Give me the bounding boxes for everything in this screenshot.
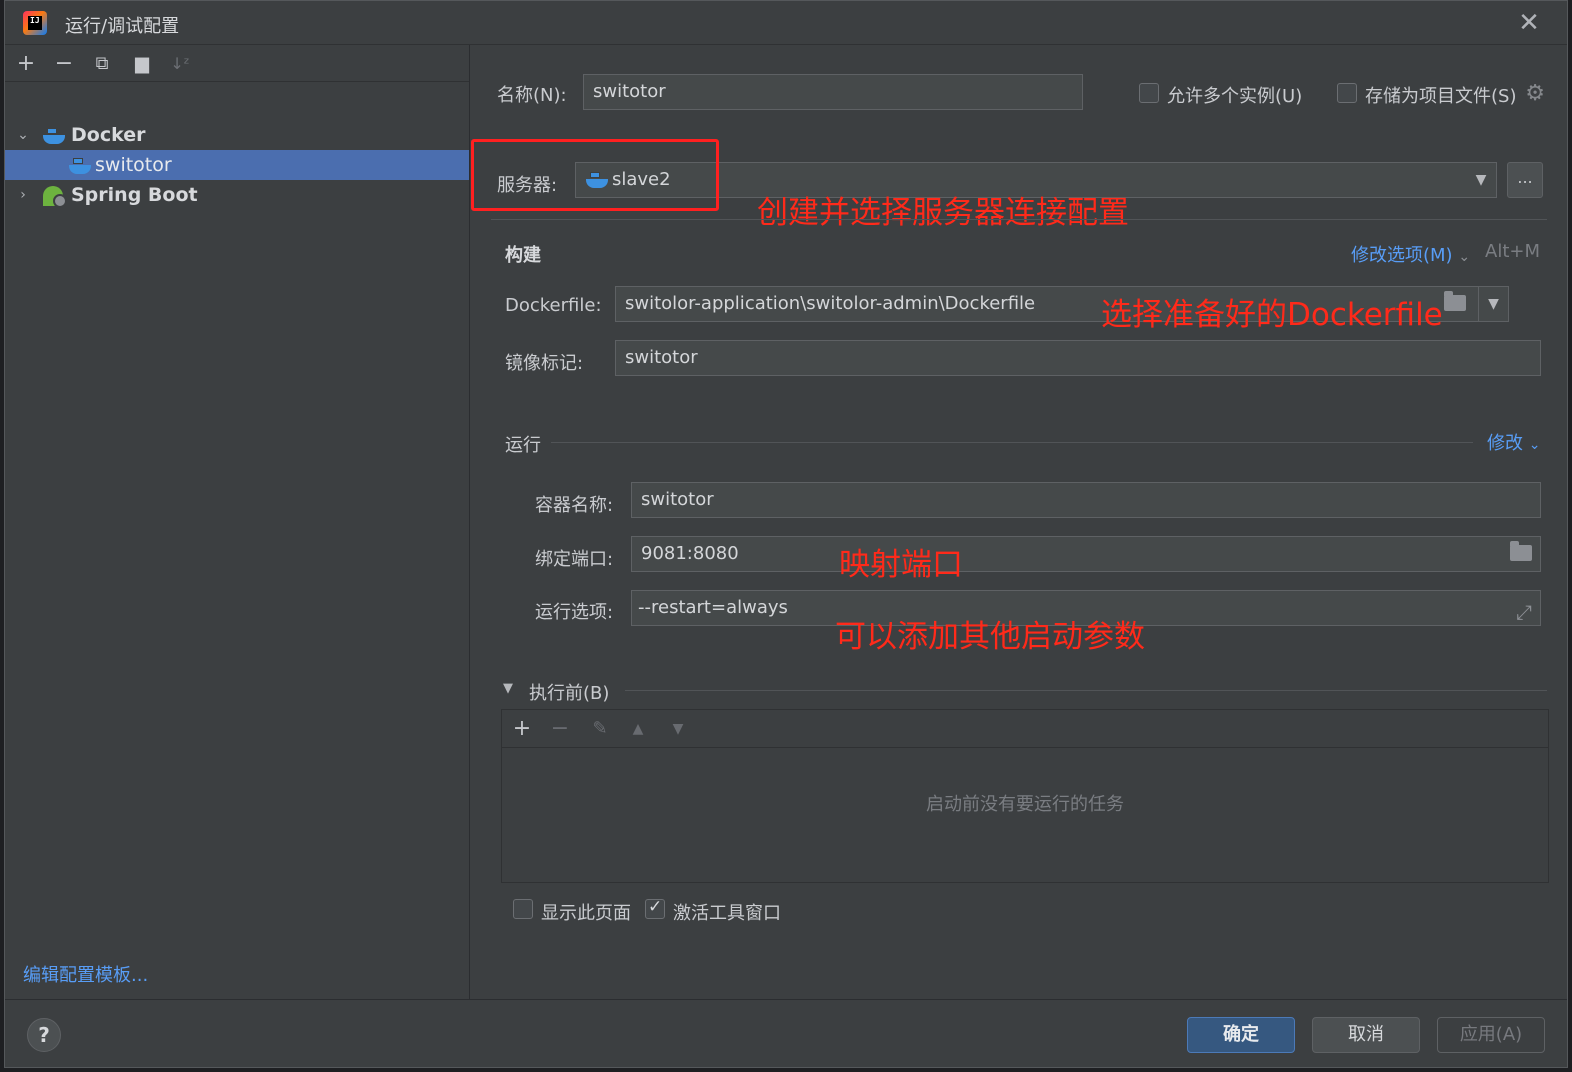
- annotation-ports: 映射端口: [839, 547, 963, 583]
- docker-icon: [69, 158, 91, 174]
- modify-options-link[interactable]: 修改选项(M) ⌄: [1351, 241, 1470, 267]
- tree-item-docker[interactable]: ⌄ Docker: [5, 120, 469, 150]
- folder-icon[interactable]: [1444, 291, 1466, 311]
- collapse-triangle-icon[interactable]: ▼: [503, 681, 513, 696]
- annotation-box-server: [471, 139, 719, 211]
- dockerfile-value: switolor-application\switolor-admin\Dock…: [625, 293, 1036, 314]
- run-modify-link[interactable]: 修改 ⌄: [1487, 429, 1540, 455]
- divider: [625, 690, 1547, 691]
- task-toolbar: + − ✎ ▲ ▼: [502, 710, 1548, 748]
- edit-icon[interactable]: ✎: [588, 715, 612, 743]
- annotation-server: 创建并选择服务器连接配置: [757, 195, 1129, 231]
- tree-item-label: Spring Boot: [71, 184, 198, 206]
- before-launch-task-list: + − ✎ ▲ ▼ 启动前没有要运行的任务: [501, 709, 1549, 883]
- config-tree-panel: + − ⧉ ▆ ↓ᶻ ⌄ Docker switotor › Spring Bo…: [5, 45, 470, 999]
- store-as-file-label: 存储为项目文件(S): [1365, 86, 1517, 107]
- container-name-label: 容器名称:: [535, 495, 614, 516]
- docker-icon: [43, 128, 65, 144]
- dropdown-arrow-icon[interactable]: ▼: [1466, 163, 1496, 197]
- tree-item-label: Docker: [71, 124, 146, 146]
- modify-options-label: 修改选项(M): [1351, 245, 1453, 266]
- spring-boot-icon: [43, 186, 67, 208]
- window-title: 运行/调试配置: [65, 16, 180, 37]
- tree-item-spring-boot[interactable]: › Spring Boot: [5, 180, 469, 210]
- bind-ports-input[interactable]: 9081:8080: [631, 536, 1541, 572]
- allow-multiple-checkbox[interactable]: [1139, 83, 1159, 103]
- modify-options-shortcut: Alt+M: [1485, 241, 1540, 262]
- tree-item-switotor[interactable]: switotor: [5, 150, 469, 180]
- ok-button[interactable]: 确定: [1187, 1017, 1295, 1053]
- remove-icon[interactable]: −: [548, 715, 572, 743]
- image-tag-input[interactable]: switotor: [615, 340, 1541, 376]
- help-button[interactable]: ?: [27, 1018, 61, 1052]
- show-page-label: 显示此页面: [541, 903, 631, 924]
- empty-tasks-text: 启动前没有要运行的任务: [926, 794, 1124, 815]
- apply-button[interactable]: 应用(A): [1437, 1017, 1545, 1053]
- dockerfile-label: Dockerfile:: [505, 295, 602, 316]
- show-page-checkbox[interactable]: [513, 899, 533, 919]
- bind-ports-label: 绑定端口:: [535, 549, 614, 570]
- activate-tool-window-checkbox[interactable]: [645, 897, 665, 919]
- name-label: 名称(N):: [497, 85, 567, 106]
- run-modify-label: 修改: [1487, 433, 1523, 454]
- close-icon[interactable]: ✕: [1515, 9, 1543, 37]
- run-options-value: --restart=always: [638, 597, 788, 618]
- config-form: 名称(N): switotor 允许多个实例(U) 存储为项目文件(S) ⚙ 服…: [471, 45, 1567, 999]
- intellij-logo-icon: IJ: [23, 11, 47, 35]
- divider: [551, 442, 1473, 443]
- copy-icon[interactable]: ⧉: [89, 51, 115, 77]
- run-debug-config-dialog: IJ 运行/调试配置 ✕ + − ⧉ ▆ ↓ᶻ ⌄ Docker switoto…: [4, 0, 1568, 1068]
- move-up-icon[interactable]: ▲: [626, 715, 650, 743]
- server-more-button[interactable]: ...: [1507, 162, 1543, 198]
- container-name-input[interactable]: switotor: [631, 482, 1541, 518]
- dropdown-arrow-icon[interactable]: ▼: [1478, 287, 1508, 321]
- allow-multiple-label: 允许多个实例(U): [1167, 86, 1303, 107]
- dialog-button-bar: ? 确定 取消 应用(A): [5, 999, 1567, 1067]
- chevron-right-icon[interactable]: ›: [15, 180, 31, 210]
- edit-templates-link[interactable]: 编辑配置模板...: [23, 961, 148, 987]
- divider: [491, 219, 1547, 220]
- title-bar: IJ 运行/调试配置 ✕: [5, 1, 1567, 45]
- sort-icon[interactable]: ↓ᶻ: [167, 51, 193, 77]
- store-as-file-checkbox[interactable]: [1337, 83, 1357, 103]
- expand-icon[interactable]: ⤢: [1516, 595, 1532, 625]
- image-tag-label: 镜像标记:: [505, 353, 584, 374]
- before-launch-label: 执行前(B): [529, 683, 610, 704]
- build-section-title: 构建: [505, 245, 541, 266]
- tree-toolbar: + − ⧉ ▆ ↓ᶻ: [5, 45, 469, 82]
- chevron-down-icon[interactable]: ⌄: [15, 120, 31, 150]
- bind-ports-value: 9081:8080: [641, 543, 739, 564]
- name-input[interactable]: switotor: [583, 74, 1083, 110]
- run-section-title: 运行: [505, 435, 541, 456]
- activate-tool-window-label: 激活工具窗口: [673, 903, 781, 924]
- chevron-down-icon: ⌄: [1528, 437, 1541, 453]
- new-folder-icon[interactable]: ▆: [129, 51, 155, 77]
- remove-icon[interactable]: −: [51, 51, 77, 77]
- move-down-icon[interactable]: ▼: [666, 715, 690, 743]
- chevron-down-icon: ⌄: [1458, 249, 1471, 265]
- annotation-dockerfile: 选择准备好的Dockerfile: [1101, 297, 1443, 333]
- annotation-run-options: 可以添加其他启动参数: [835, 619, 1145, 655]
- gear-icon[interactable]: ⚙: [1525, 81, 1545, 106]
- tree-item-label: switotor: [95, 154, 172, 176]
- run-options-label: 运行选项:: [535, 602, 614, 623]
- add-icon[interactable]: +: [13, 51, 39, 77]
- folder-icon[interactable]: [1510, 541, 1532, 561]
- cancel-button[interactable]: 取消: [1312, 1017, 1420, 1053]
- add-icon[interactable]: +: [510, 715, 534, 743]
